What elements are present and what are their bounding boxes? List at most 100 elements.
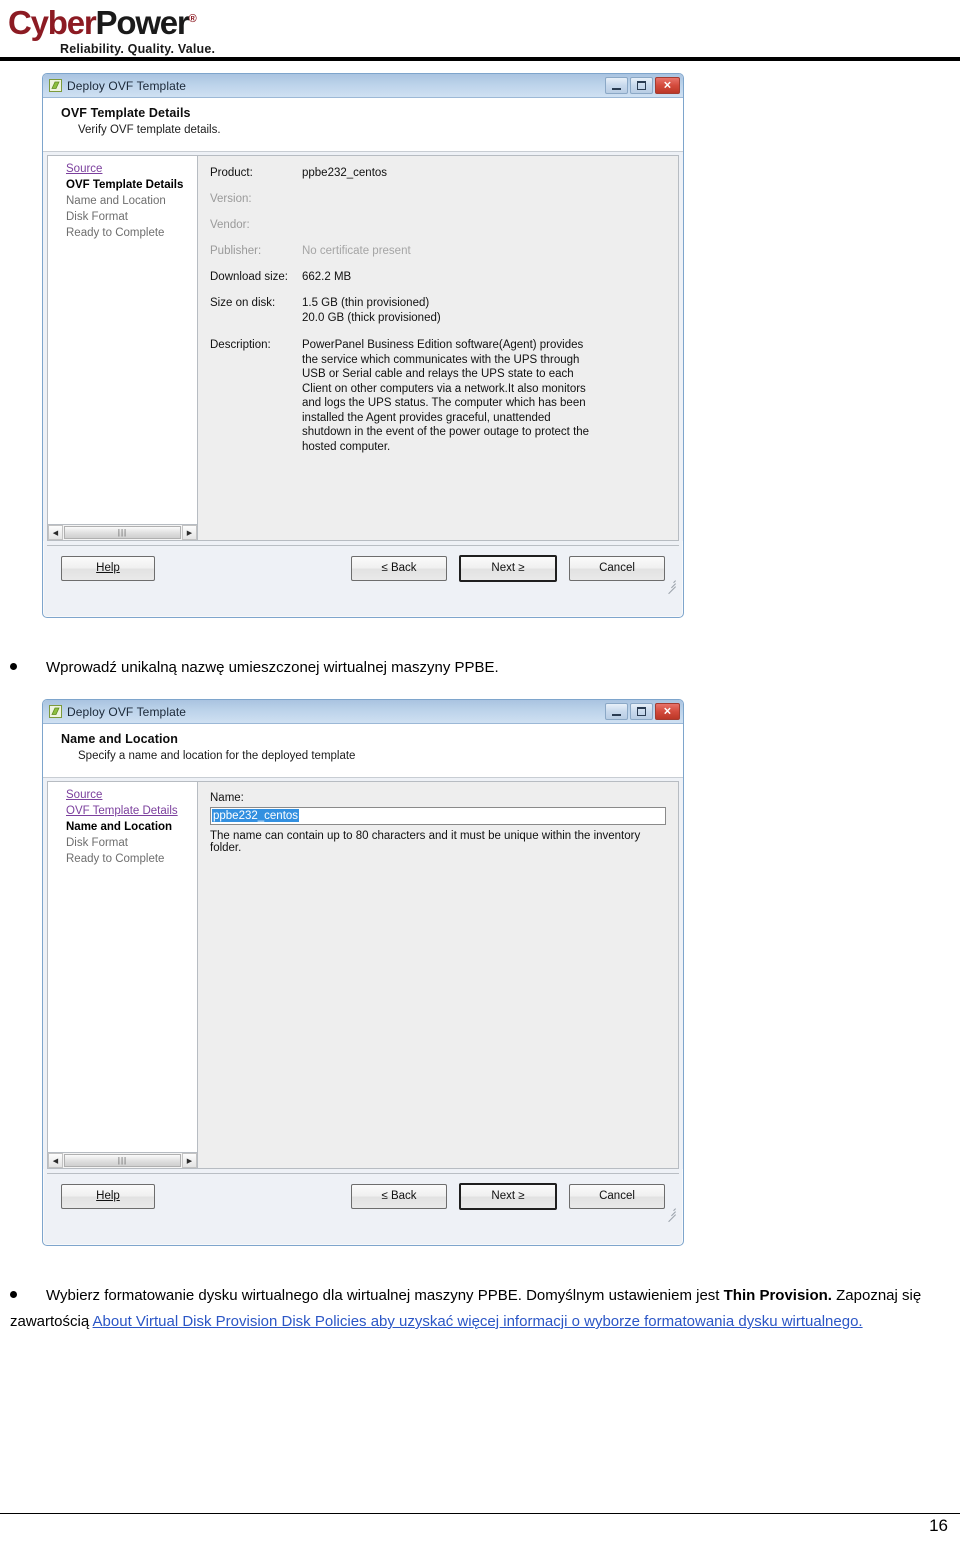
back-button[interactable]: ≤ Back <box>351 555 447 581</box>
resize-grip-icon[interactable] <box>664 576 676 595</box>
detail-row-publisher: Publisher: No certificate present <box>210 244 666 258</box>
resize-grip-icon[interactable] <box>664 1204 676 1223</box>
maximize-button[interactable] <box>630 77 653 94</box>
logo-power-text: Power <box>95 4 190 41</box>
dialog-header: OVF Template Details Verify OVF template… <box>43 98 683 152</box>
help-button-label: Help <box>96 1190 120 1202</box>
name-input-value: ppbe232_centos <box>212 809 300 822</box>
dialog-header-subtitle: Verify OVF template details. <box>78 124 221 136</box>
scrollbar-thumb[interactable]: ||| <box>64 1154 181 1167</box>
detail-row-download-size: Download size: 662.2 MB <box>210 270 666 284</box>
next-button[interactable]: Next ≥ <box>459 1182 557 1210</box>
name-input[interactable]: ppbe232_centos <box>210 807 666 825</box>
detail-value-publisher: No certificate present <box>302 245 411 257</box>
close-icon: ✕ <box>663 706 672 717</box>
minimize-button[interactable] <box>605 77 628 94</box>
bullet-dot-icon <box>10 663 17 670</box>
close-button[interactable]: ✕ <box>655 77 680 94</box>
dialog-title: Deploy OVF Template <box>67 78 187 93</box>
header-divider <box>0 57 960 61</box>
sidebar-item-ready-to-complete[interactable]: Ready to Complete <box>66 852 191 867</box>
minimize-button[interactable] <box>605 703 628 720</box>
help-button[interactable]: Help <box>61 1183 155 1209</box>
window-controls: ✕ <box>605 703 680 720</box>
detail-row-version: Version: <box>210 192 666 206</box>
sidebar-horizontal-scrollbar[interactable]: ◀ ||| ▶ <box>48 524 197 540</box>
bullet-instruction-1: Wprowadź unikalną nazwę umieszczonej wir… <box>10 655 940 681</box>
detail-label-version: Version: <box>210 193 252 205</box>
wizard-step-sidebar: Source OVF Template Details Name and Loc… <box>47 155 197 541</box>
name-location-pane: Name: ppbe232_centos The name can contai… <box>197 781 679 1169</box>
dialog-body: Source OVF Template Details Name and Loc… <box>43 778 683 1169</box>
dialog-header-subtitle: Specify a name and location for the depl… <box>78 750 356 762</box>
dialog-titlebar[interactable]: Deploy OVF Template ✕ <box>43 74 683 98</box>
scrollbar-track[interactable]: ||| <box>63 1153 182 1168</box>
dialog-body: Source OVF Template Details Name and Loc… <box>43 152 683 541</box>
detail-label-vendor: Vendor: <box>210 219 250 231</box>
scroll-left-arrow-icon[interactable]: ◀ <box>48 525 63 540</box>
sidebar-item-source[interactable]: Source <box>66 162 191 177</box>
detail-value-product: ppbe232_centos <box>302 167 388 179</box>
dialog-title: Deploy OVF Template <box>67 704 187 719</box>
scroll-right-arrow-icon[interactable]: ▶ <box>182 1153 197 1168</box>
wizard-step-sidebar: Source OVF Template Details Name and Loc… <box>47 781 197 1169</box>
virtual-disk-provision-policies-link[interactable]: About Virtual Disk Provision Disk Polici… <box>93 1313 863 1330</box>
bullet-instruction-2: Wybierz formatowanie dysku wirtualnego d… <box>10 1283 945 1335</box>
sidebar-item-ovf-template-details[interactable]: OVF Template Details <box>66 804 191 819</box>
sidebar-item-name-and-location[interactable]: Name and Location <box>66 820 191 835</box>
logo-wordmark: CyberPower® <box>8 2 268 40</box>
scroll-left-arrow-icon[interactable]: ◀ <box>48 1153 63 1168</box>
logo-cyber-text: Cyber <box>8 4 97 41</box>
detail-value-description: PowerPanel Business Edition software(Age… <box>302 339 590 453</box>
sidebar-item-disk-format[interactable]: Disk Format <box>66 836 191 851</box>
dialog-footer: Help ≤ Back Next ≥ Cancel <box>47 545 679 595</box>
detail-value-size-on-disk: 1.5 GB (thin provisioned) 20.0 GB (thick… <box>302 296 441 326</box>
detail-label-description: Description: <box>210 339 271 351</box>
name-field-hint: The name can contain up to 80 characters… <box>210 830 641 854</box>
page-number: 16 <box>929 1516 948 1535</box>
bullet-instruction-2-text: Wybierz formatowanie dysku wirtualnego d… <box>10 1287 921 1330</box>
scrollbar-thumb[interactable]: ||| <box>64 526 181 539</box>
help-button-label: Help <box>96 562 120 574</box>
help-button[interactable]: Help <box>61 555 155 581</box>
dialog-header-title: OVF Template Details <box>61 106 191 120</box>
ovf-template-icon <box>49 79 62 92</box>
scroll-right-arrow-icon[interactable]: ▶ <box>182 525 197 540</box>
sidebar-item-ready-to-complete[interactable]: Ready to Complete <box>66 226 191 241</box>
sidebar-item-source[interactable]: Source <box>66 788 191 803</box>
sidebar-horizontal-scrollbar[interactable]: ◀ ||| ▶ <box>48 1152 197 1168</box>
ovf-template-icon <box>49 705 62 718</box>
name-field-label: Name: <box>210 792 244 804</box>
deploy-ovf-template-dialog-name-location[interactable]: Deploy OVF Template ✕ Name and Location … <box>42 699 684 1246</box>
cancel-button[interactable]: Cancel <box>569 1183 665 1209</box>
detail-label-size-on-disk: Size on disk: <box>210 297 276 309</box>
deploy-ovf-template-dialog-details[interactable]: Deploy OVF Template ✕ OVF Template Detai… <box>42 73 684 618</box>
detail-label-product: Product: <box>210 167 253 179</box>
window-controls: ✕ <box>605 77 680 94</box>
close-icon: ✕ <box>663 80 672 91</box>
maximize-button[interactable] <box>630 703 653 720</box>
bullet-dot-icon <box>10 1291 17 1298</box>
sidebar-item-ovf-template-details[interactable]: OVF Template Details <box>66 178 191 193</box>
dialog-titlebar[interactable]: Deploy OVF Template ✕ <box>43 700 683 724</box>
footer-button-group: ≤ Back Next ≥ Cancel <box>351 1182 665 1210</box>
detail-row-size-on-disk: Size on disk: 1.5 GB (thin provisioned) … <box>210 296 666 326</box>
dialog-footer: Help ≤ Back Next ≥ Cancel <box>47 1173 679 1223</box>
scrollbar-track[interactable]: ||| <box>63 525 182 540</box>
dialog-header: Name and Location Specify a name and loc… <box>43 724 683 778</box>
wizard-step-list: Source OVF Template Details Name and Loc… <box>48 788 197 1152</box>
size-on-disk-thin: 1.5 GB (thin provisioned) <box>302 297 430 309</box>
sidebar-item-disk-format[interactable]: Disk Format <box>66 210 191 225</box>
back-button[interactable]: ≤ Back <box>351 1183 447 1209</box>
close-button[interactable]: ✕ <box>655 703 680 720</box>
sidebar-item-name-and-location[interactable]: Name and Location <box>66 194 191 209</box>
detail-row-vendor: Vendor: <box>210 218 666 232</box>
next-button[interactable]: Next ≥ <box>459 554 557 582</box>
cancel-button[interactable]: Cancel <box>569 555 665 581</box>
detail-value-download-size: 662.2 MB <box>302 271 352 283</box>
bullet-instruction-1-text: Wprowadź unikalną nazwę umieszczonej wir… <box>46 659 499 676</box>
ovf-details-pane: Product: ppbe232_centos Version: Vendor:… <box>197 155 679 541</box>
page-header: CyberPower® Reliability. Quality. Value. <box>0 0 960 62</box>
cyberpower-logo: CyberPower® Reliability. Quality. Value. <box>8 2 268 57</box>
registered-trademark-icon: ® <box>188 13 197 25</box>
